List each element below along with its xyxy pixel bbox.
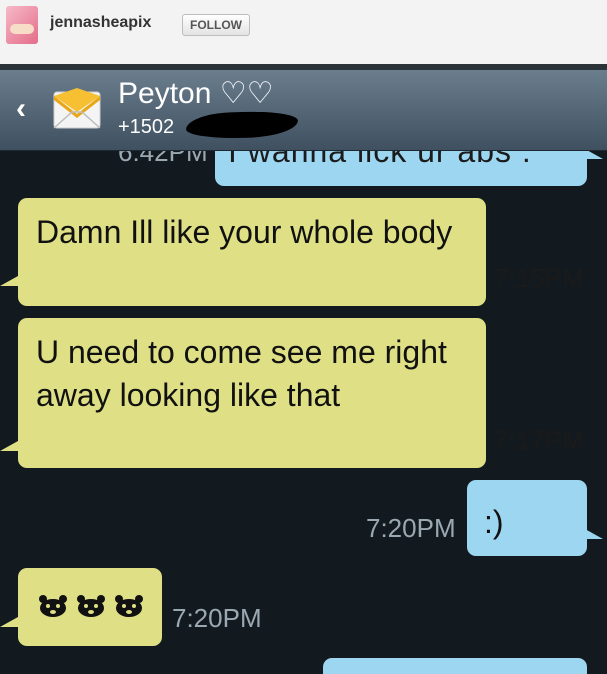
emoji-row xyxy=(38,595,158,619)
bubble-tail xyxy=(0,276,18,286)
message-text: :) xyxy=(484,504,504,540)
username-link[interactable]: jennasheapix xyxy=(50,14,151,32)
message-timestamp: 6:42PM xyxy=(118,151,208,167)
contact-phone: +1502 xyxy=(118,116,175,138)
message-text: I wanna lick ur abs : xyxy=(228,151,532,169)
bubble-tail xyxy=(585,529,603,539)
message-text: U need to come see me right away looking… xyxy=(36,334,447,413)
message-timestamp: 7:15PM xyxy=(494,263,584,293)
redaction-scribble xyxy=(185,110,299,140)
bubble-tail xyxy=(0,617,18,627)
envelope-icon xyxy=(53,88,101,129)
tumblr-header: jennasheapix FOLLOW xyxy=(0,0,607,65)
conversation-header: ‹ Peyton ♡♡ +1502 xyxy=(0,70,607,151)
follow-button[interactable]: FOLLOW xyxy=(182,14,250,36)
contact-name: Peyton ♡♡ xyxy=(118,77,274,110)
back-arrow-icon[interactable]: ‹ xyxy=(8,90,34,128)
user-avatar[interactable] xyxy=(6,6,38,44)
message-timestamp: 7:20PM xyxy=(366,513,456,543)
bear-face-icon xyxy=(39,595,67,617)
message-list[interactable]: 6:42PM I wanna lick ur abs : Damn Ill li… xyxy=(0,151,607,674)
bubble-tail xyxy=(585,151,603,159)
outgoing-message-bubble[interactable] xyxy=(323,658,587,674)
message-text: Damn Ill like your whole body xyxy=(36,214,453,250)
message-timestamp: 7:20PM xyxy=(172,603,262,633)
bear-face-icon xyxy=(77,595,105,617)
bubble-tail xyxy=(0,441,18,451)
message-timestamp: 7:17PM xyxy=(494,425,584,455)
bear-face-icon xyxy=(115,595,143,617)
